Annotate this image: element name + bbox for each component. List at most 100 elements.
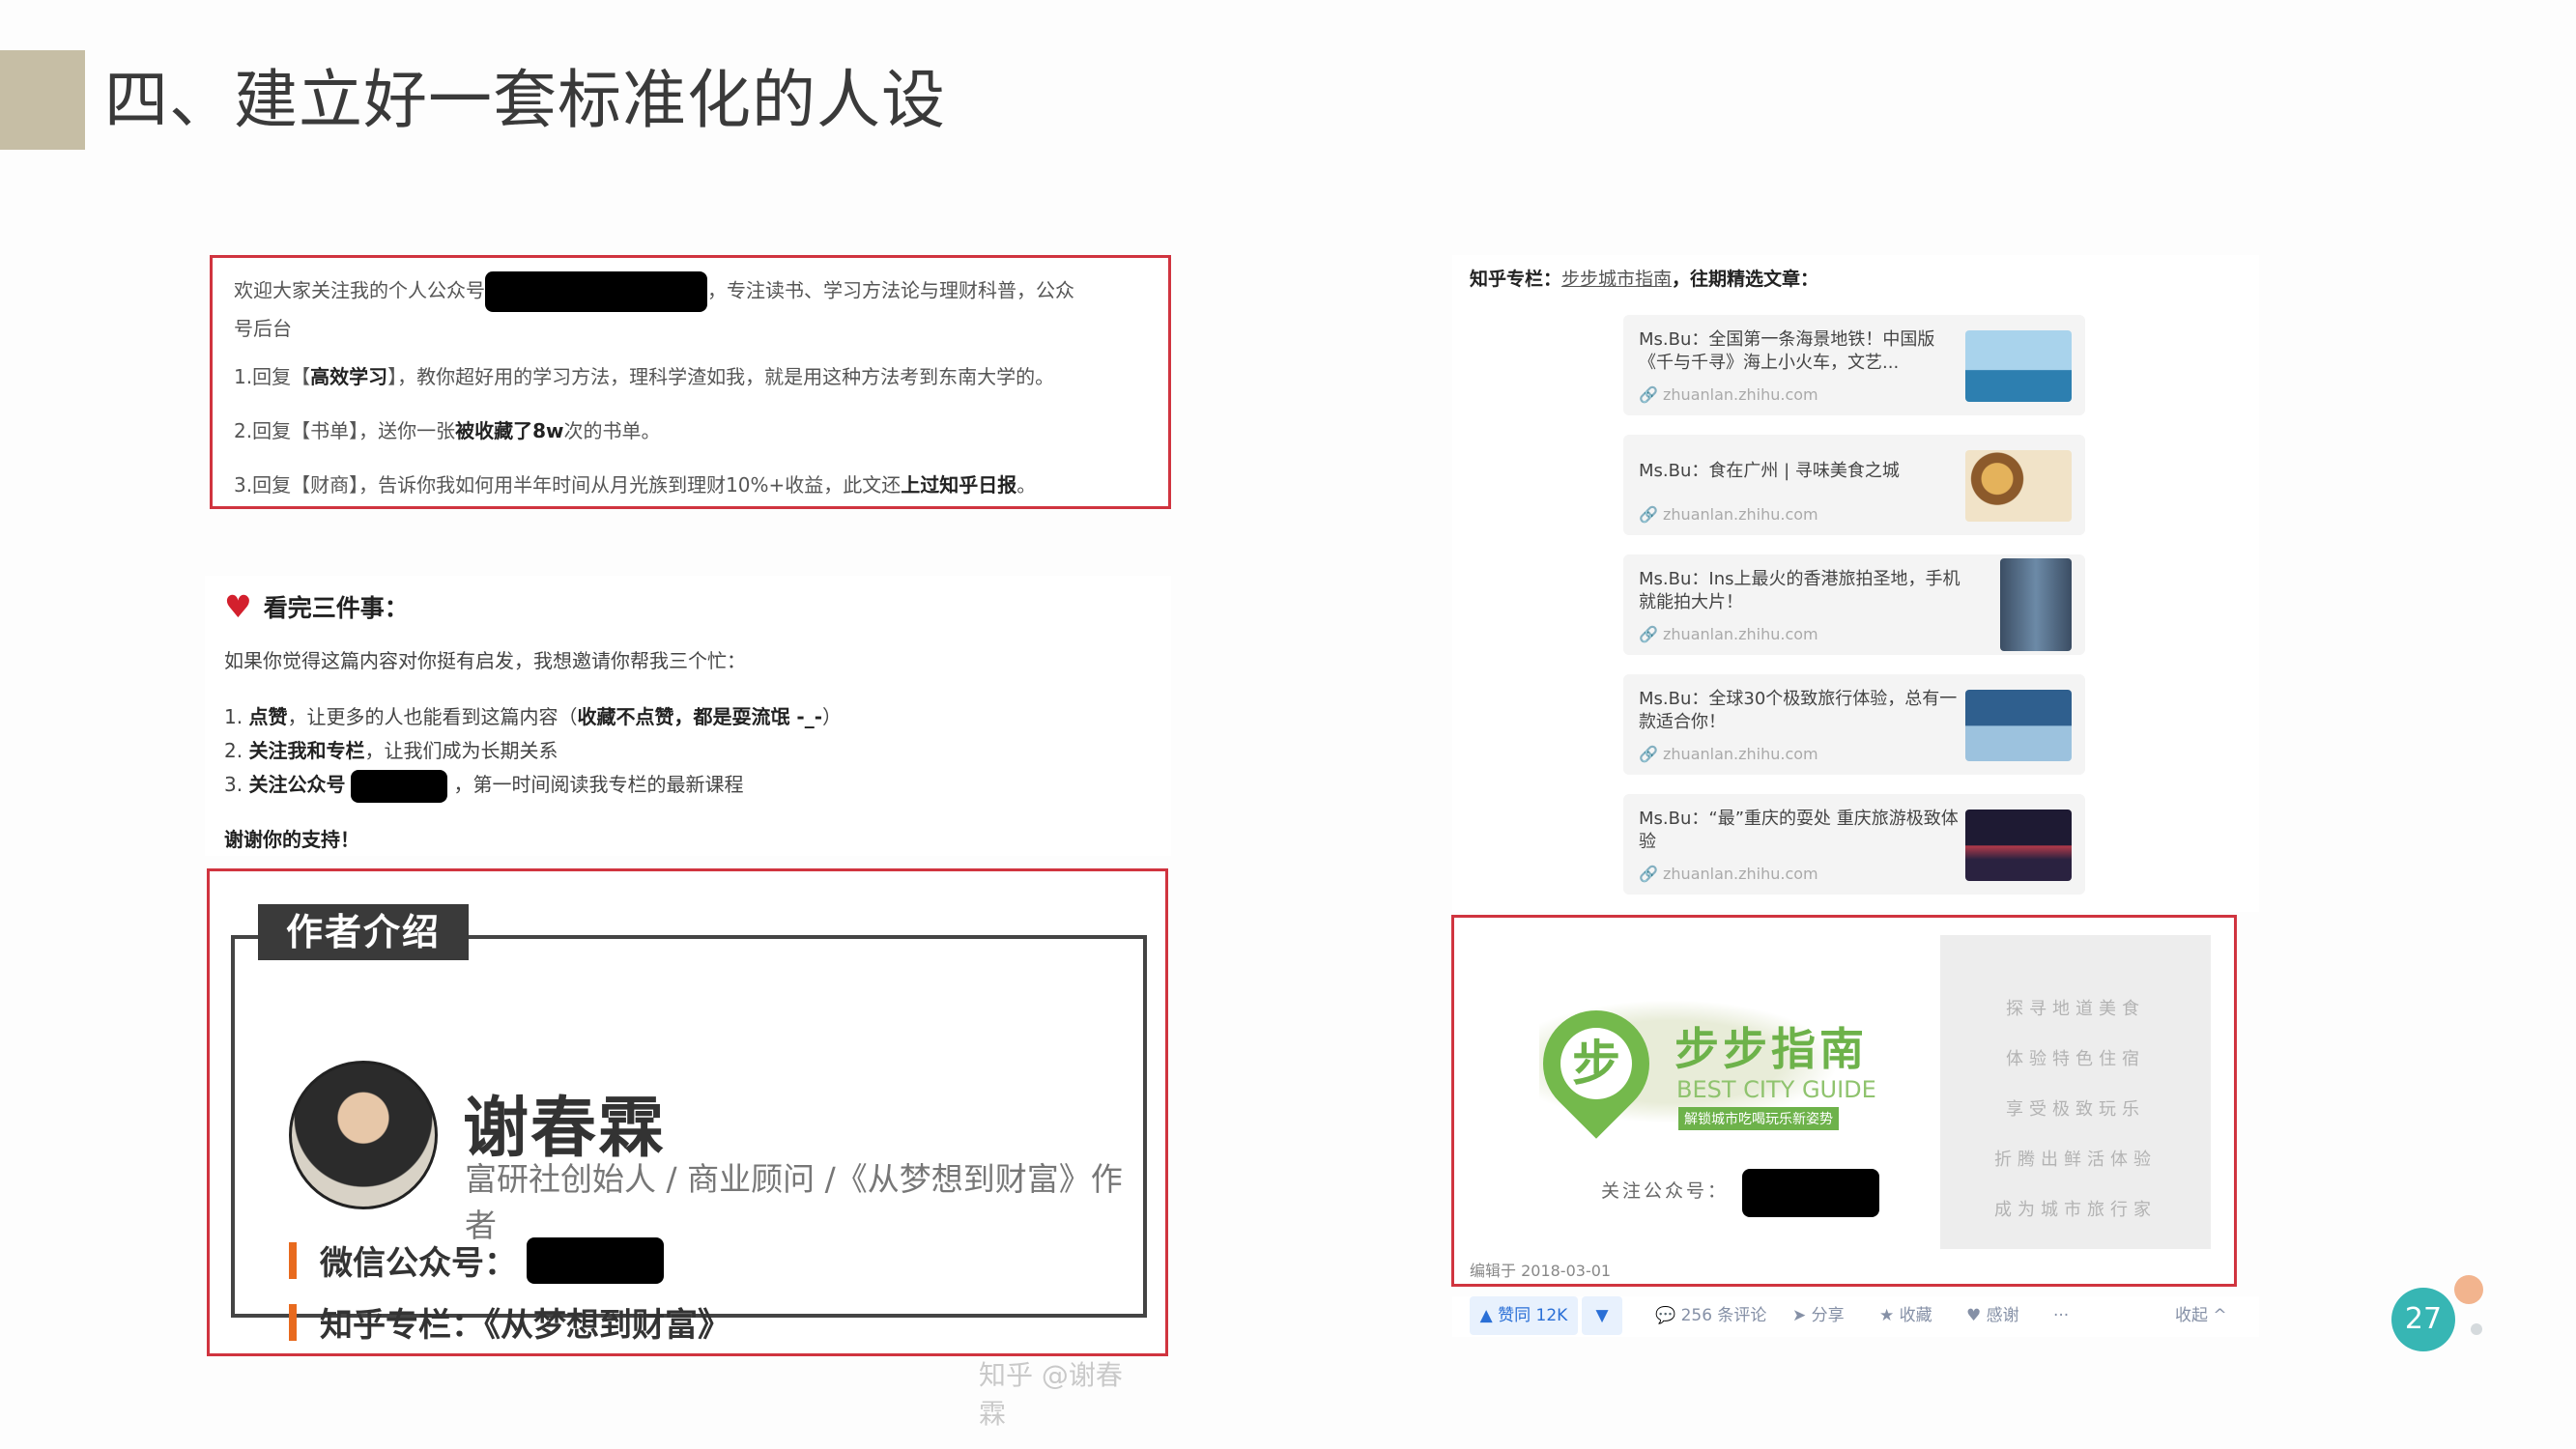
slogan-line: 折腾出鲜活体验 (1994, 1150, 2157, 1170)
article-card[interactable]: Ms.Bu：Ins上最火的香港旅拍圣地，手机就能拍大片！ 🔗 zhuanlan.… (1623, 554, 2085, 655)
article-card[interactable]: Ms.Bu：全国第一条海景地铁！中国版《千与千寻》海上小火车，文艺... 🔗 z… (1623, 315, 2085, 415)
thanks-button[interactable]: ♥ 感谢 (1966, 1296, 2019, 1335)
three-things-section: ♥ 看完三件事： 如果你觉得这篇内容对你挺有启发，我想邀请你帮我三个忙： 1. … (205, 576, 1171, 856)
city-guide-box: 步 步步指南 BEST CITY GUIDE 解锁城市吃喝玩乐新姿势 关注公众号… (1451, 915, 2237, 1287)
box1-bold: 高效学习 (310, 365, 388, 388)
box1-bold: 被收藏了8w (455, 419, 564, 442)
article-source-text: zhuanlan.zhihu.com (1663, 385, 1818, 404)
box1-text: 3.回复【财商】，告诉你我如何用半年时间从月光族到理财10%+收益，此文还 (234, 473, 902, 497)
box1-text: 1.回复【 (234, 365, 311, 388)
article-source-text: zhuanlan.zhihu.com (1663, 505, 1818, 524)
redacted-account (351, 769, 448, 803)
head-text: ，往期精选文章： (1672, 269, 1819, 290)
box1-text: 次的书单。 (563, 419, 661, 442)
list-item: 2. 关注我和专栏，让我们成为长期关系 (224, 734, 1152, 768)
follow-label: 关注公众号： (1601, 1177, 1729, 1203)
avatar (289, 1061, 438, 1209)
comments-button[interactable]: 💬 256 条评论 (1655, 1296, 1766, 1335)
slogan-line: 探寻地道美食 (2006, 999, 2145, 1019)
box1-text: 号后台 (234, 317, 292, 340)
wechat-line: 微信公众号： (289, 1236, 664, 1284)
author-card-box: 谢春霖 富研社创始人 / 商业顾问 /《从梦想到财富》作者 微信公众号： 知乎专… (207, 868, 1168, 1430)
item-text: 3. (224, 773, 249, 796)
wechat-label: 微信公众号： (320, 1244, 517, 1283)
article-title: Ms.Bu：“最”重庆的耍处 重庆旅游极致体验 (1639, 809, 1959, 852)
article-source: 🔗 zhuanlan.zhihu.com (1639, 625, 1818, 643)
article-title: Ms.Bu：食在广州 | 寻味美食之城 (1639, 461, 1900, 481)
box1-text: ，专注读书、学习方法论与理财科普，公众 (707, 278, 1074, 302)
author-description: 富研社创始人 / 商业顾问 /《从梦想到财富》作者 (465, 1160, 1123, 1244)
item-text: ，让我们成为长期关系 (364, 739, 558, 762)
article-title: Ms.Bu：全球30个极致旅行体验，总有一款适合你！ (1639, 689, 1958, 732)
slogan-line: 成为城市旅行家 (1994, 1200, 2157, 1220)
accent-bar (289, 1241, 297, 1279)
slogan-panel: 探寻地道美食 体验特色住宿 享受极致玩乐 折腾出鲜活体验 成为城市旅行家 (1940, 935, 2211, 1249)
answer-action-bar: ▲ 赞同 12K ▼ 💬 256 条评论 ➤ 分享 ★ 收藏 ♥ 感谢 ··· … (1452, 1296, 2259, 1337)
box1-bold: 上过知乎日报 (901, 473, 1017, 497)
column-link[interactable]: 步步城市指南 (1561, 269, 1672, 290)
three-things-heading: ♥ 看完三件事： (224, 589, 1152, 624)
box1-text: 】，教你超好用的学习方法，理科学渣如我，就是用这种方法考到东南大学的。 (387, 365, 1055, 388)
article-title: Ms.Bu：Ins上最火的香港旅拍圣地，手机就能拍大片！ (1639, 569, 1961, 612)
slogan-line: 享受极致玩乐 (2006, 1099, 2145, 1120)
three-things-intro: 如果你觉得这篇内容对你挺有启发，我想邀请你帮我三个忙： (224, 649, 746, 672)
redacted-account (527, 1236, 664, 1284)
redacted-account (485, 271, 707, 312)
article-card[interactable]: Ms.Bu：“最”重庆的耍处 重庆旅游极致体验 🔗 zhuanlan.zhihu… (1623, 794, 2085, 895)
zhuanlan-panel: 知乎专栏：步步城市指南，往期精选文章： Ms.Bu：全国第一条海景地铁！中国版《… (1452, 255, 2259, 912)
article-source: 🔗 zhuanlan.zhihu.com (1639, 385, 1818, 404)
article-source: 🔗 zhuanlan.zhihu.com (1639, 865, 1818, 883)
thanks-text: 谢谢你的支持！ (224, 827, 359, 851)
slogan-line: 体验特色住宿 (2006, 1049, 2145, 1069)
item-text: ） (822, 705, 843, 728)
author-card-frame: 谢春霖 富研社创始人 / 商业顾问 /《从梦想到财富》作者 微信公众号： 知乎专… (231, 935, 1147, 1430)
title-accent-block (0, 50, 85, 150)
article-card[interactable]: Ms.Bu：食在广州 | 寻味美食之城 🔗 zhuanlan.zhihu.com (1623, 435, 2085, 535)
article-thumbnail (1965, 330, 2072, 402)
item-text: 1. (224, 705, 249, 728)
more-button[interactable]: ··· (2053, 1296, 2069, 1335)
decor-dot-orange (2454, 1275, 2483, 1304)
article-source-text: zhuanlan.zhihu.com (1663, 625, 1818, 643)
article-source-text: zhuanlan.zhihu.com (1663, 865, 1818, 883)
article-source: 🔗 zhuanlan.zhihu.com (1639, 745, 1818, 763)
list-item: 1. 点赞，让更多的人也能看到这篇内容（收藏不点赞，都是耍流氓 -_-） (224, 700, 1152, 734)
logo-subtitle: BEST CITY GUIDE (1676, 1076, 1876, 1103)
article-source: 🔗 zhuanlan.zhihu.com (1639, 505, 1818, 524)
article-thumbnail (1965, 690, 2072, 761)
article-thumbnail (1965, 450, 2072, 522)
edit-date: 编辑于 2018-03-01 (1470, 1262, 1612, 1280)
item-bold: 关注我和专栏 (248, 739, 365, 762)
logo-tagline: 解锁城市吃喝玩乐新姿势 (1678, 1107, 1839, 1130)
box1-text: 2.回复【书单】，送你一张 (234, 419, 456, 442)
article-source-text: zhuanlan.zhihu.com (1663, 745, 1818, 763)
article-card[interactable]: Ms.Bu：全球30个极致旅行体验，总有一款适合你！ 🔗 zhuanlan.zh… (1623, 674, 2085, 775)
author-card-tag: 作者介绍 (258, 904, 469, 960)
logo-char: 步 (1560, 1028, 1632, 1099)
zhihu-label: 知乎专栏：《从梦想到财富》 (320, 1306, 730, 1345)
box1-line3: 2.回复【书单】，送你一张被收藏了8w次的书单。 (234, 414, 1147, 447)
item-text: ，让更多的人也能看到这篇内容（ (287, 705, 578, 728)
watermark: 知乎 @谢春霖 (979, 1359, 1123, 1430)
slide-title: 四、建立好一套标准化的人设 (104, 63, 946, 137)
box1-line2: 1.回复【高效学习】，教你超好用的学习方法，理科学渣如我，就是用这种方法考到东南… (234, 360, 1147, 393)
item-text: ，第一时间阅读我专栏的最新课程 (453, 773, 744, 796)
item-bold: 关注公众号 (248, 773, 346, 796)
collapse-button[interactable]: 收起 ^ (2175, 1296, 2227, 1335)
item-text: 2. (224, 739, 249, 762)
item-bold: 点赞 (248, 705, 288, 728)
box1-text: 欢迎大家关注我的个人公众号 (234, 278, 485, 302)
follow-text: 关注公众号： (1601, 1180, 1730, 1202)
share-button[interactable]: ➤ 分享 (1792, 1296, 1845, 1335)
list-item: 3. 关注公众号 ，第一时间阅读我专栏的最新课程 (224, 768, 1152, 803)
head-text: 知乎专栏： (1470, 269, 1562, 290)
box1-line1: 欢迎大家关注我的个人公众号 ，专注读书、学习方法论与理财科普，公众 号后台 (234, 271, 1147, 345)
redacted-account (1742, 1169, 1879, 1217)
zhuanlan-heading: 知乎专栏：步步城市指南，往期精选文章： (1470, 265, 1818, 291)
article-title: Ms.Bu：全国第一条海景地铁！中国版《千与千寻》海上小火车，文艺... (1639, 329, 1935, 373)
heading-text: 看完三件事： (263, 594, 409, 622)
upvote-button[interactable]: ▲ 赞同 12K (1470, 1296, 1578, 1335)
favorite-button[interactable]: ★ 收藏 (1879, 1296, 1932, 1335)
downvote-button[interactable]: ▼ (1582, 1296, 1622, 1335)
zhihu-line: 知乎专栏：《从梦想到财富》 (289, 1298, 730, 1346)
